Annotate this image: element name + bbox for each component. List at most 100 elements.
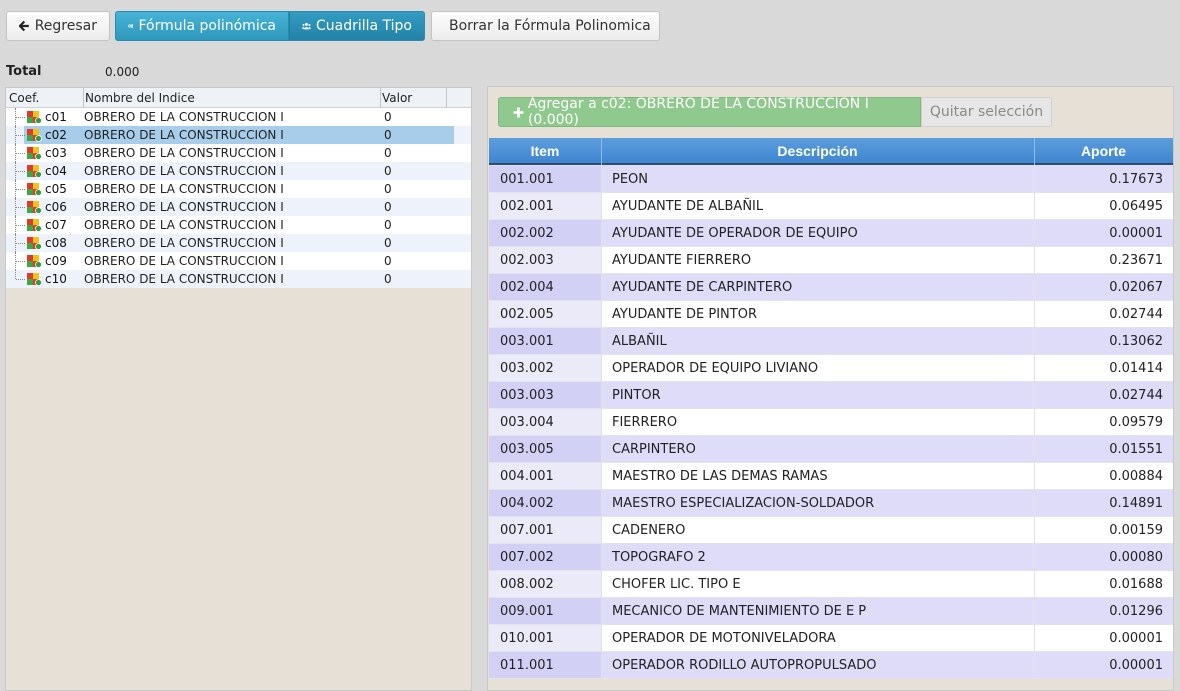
grid-row[interactable]: 002.004 AYUDANTE DE CARPINTERO 0.02067 (489, 274, 1173, 301)
coefficient-node-icon (27, 111, 42, 124)
grid-cell-aporte: 0.02744 (1034, 301, 1173, 327)
coefficient-node-icon (27, 237, 42, 250)
tree-row[interactable]: c04 OBRERO DE LA CONSTRUCCION I 0 (6, 162, 471, 180)
grid-cell-description: FIERRERO (601, 409, 1034, 435)
tree-header: Coef. Nombre del Indice Valor (6, 88, 471, 108)
grid-header: Item Descripción Aporte (489, 138, 1173, 165)
add-to-coefficient-label: Agregar a c02: OBRERO DE LA CONSTRUCCION… (527, 96, 869, 128)
grid-cell-item: 010.001 (489, 625, 601, 651)
grid-cell-description: MAESTRO ESPECIALIZACION-SOLDADOR (601, 490, 1034, 516)
toolbar: Regresar Fórmula polinómica Cuadrilla Ti… (6, 11, 660, 41)
grid-row[interactable]: 003.002 OPERADOR DE EQUIPO LIVIANO 0.01414 (489, 355, 1173, 382)
tree-row-name: OBRERO DE LA CONSTRUCCION I (84, 272, 284, 286)
tree-row-code: c08 (45, 236, 67, 250)
grid-cell-aporte: 0.23671 (1034, 247, 1173, 273)
grid-header-item[interactable]: Item (489, 143, 601, 159)
tree-row-code: c01 (45, 110, 67, 124)
tree-row-value: 0 (384, 128, 392, 142)
grid-cell-item: 007.002 (489, 544, 601, 570)
coefficient-node-icon (27, 201, 42, 214)
tree-connector (16, 207, 25, 208)
column-header-name[interactable]: Nombre del Indice (85, 91, 195, 105)
column-header-value[interactable]: Valor (382, 91, 412, 105)
grid-row[interactable]: 001.001 PEON 0.17673 (489, 166, 1173, 193)
grid-cell-item: 003.005 (489, 436, 601, 462)
column-divider[interactable] (446, 88, 447, 108)
grid-row[interactable]: 003.005 CARPINTERO 0.01551 (489, 436, 1173, 463)
tree-connector (16, 117, 25, 118)
grid-row[interactable]: 004.002 MAESTRO ESPECIALIZACION-SOLDADOR 0… (489, 490, 1173, 517)
formula-button[interactable]: Fórmula polinómica (115, 11, 289, 41)
grid-row[interactable]: 008.002 CHOFER LIC. TIPO E 0.01688 (489, 571, 1173, 598)
grid-cell-aporte: 0.06495 (1034, 193, 1173, 219)
column-header-coef[interactable]: Coef. (9, 91, 39, 105)
tree-row[interactable]: c02 OBRERO DE LA CONSTRUCCION I 0 (6, 126, 471, 144)
view-toggle-group: Fórmula polinómica Cuadrilla Tipo (115, 11, 425, 41)
grid-cell-item: 002.001 (489, 193, 601, 219)
crew-button[interactable]: Cuadrilla Tipo (289, 11, 425, 41)
tree-row-name: OBRERO DE LA CONSTRUCCION I (84, 218, 284, 232)
grid-row[interactable]: 007.001 CADENERO 0.00159 (489, 517, 1173, 544)
crew-panel: Agregar a c02: OBRERO DE LA CONSTRUCCION… (487, 86, 1174, 691)
tree-row-name: OBRERO DE LA CONSTRUCCION I (84, 200, 284, 214)
grid-cell-aporte: 0.00001 (1034, 625, 1173, 651)
grid-cell-aporte: 0.02067 (1034, 274, 1173, 300)
tree-row[interactable]: c07 OBRERO DE LA CONSTRUCCION I 0 (6, 216, 471, 234)
grid-row[interactable]: 004.001 MAESTRO DE LAS DEMAS RAMAS 0.00884 (489, 463, 1173, 490)
column-divider[interactable] (380, 88, 381, 108)
grid-header-aporte[interactable]: Aporte (1034, 143, 1173, 159)
tree-row-name: OBRERO DE LA CONSTRUCCION I (84, 110, 284, 124)
grid-header-description[interactable]: Descripción (601, 143, 1034, 159)
grid-row[interactable]: 009.001 MECANICO DE MANTENIMIENTO DE E P0… (489, 598, 1173, 625)
formula-button-label: Fórmula polinómica (138, 18, 276, 34)
tree-row[interactable]: c09 OBRERO DE LA CONSTRUCCION I 0 (6, 252, 471, 270)
add-to-coefficient-button[interactable]: Agregar a c02: OBRERO DE LA CONSTRUCCION… (498, 96, 921, 128)
grid-cell-description: PINTOR (601, 382, 1034, 408)
tree-row-value: 0 (384, 146, 392, 160)
grid-row[interactable]: 002.003 AYUDANTE FIERRERO 0.23671 (489, 247, 1173, 274)
tree-row[interactable]: c03 OBRERO DE LA CONSTRUCCION I 0 (6, 144, 471, 162)
tree-row[interactable]: c05 OBRERO DE LA CONSTRUCCION I 0 (6, 180, 471, 198)
grid-cell-item: 003.004 (489, 409, 601, 435)
grid-cell-description: AYUDANTE DE OPERADOR DE EQUIPO (601, 220, 1034, 246)
grid-row[interactable]: 002.005 AYUDANTE DE PINTOR 0.02744 (489, 301, 1173, 328)
delete-formula-button[interactable]: Borrar la Fórmula Polinomica (431, 11, 660, 41)
grid-cell-item: 003.002 (489, 355, 601, 381)
grid-cell-description: AYUDANTE DE PINTOR (601, 301, 1034, 327)
grid-row[interactable]: 002.002 AYUDANTE DE OPERADOR DE EQUIPO 0.0… (489, 220, 1173, 247)
grid-row[interactable]: 002.001 AYUDANTE DE ALBAÑIL 0.06495 (489, 193, 1173, 220)
tree-row[interactable]: c08 OBRERO DE LA CONSTRUCCION I 0 (6, 234, 471, 252)
tree-row-code: c05 (45, 182, 67, 196)
grid-cell-description: OPERADOR RODILLO AUTOPROPULSADO (601, 652, 1034, 678)
column-divider[interactable] (83, 88, 84, 108)
tree-row[interactable]: c01 OBRERO DE LA CONSTRUCCION I 0 (6, 108, 471, 126)
grid-row[interactable]: 010.001 OPERADOR DE MOTONIVELADORA 0.00001 (489, 625, 1173, 652)
plus-icon (513, 107, 524, 117)
tree-connector (16, 279, 25, 280)
tree-row-code: c06 (45, 200, 67, 214)
tree-row-value: 0 (384, 182, 392, 196)
tree-connector (16, 135, 25, 136)
grid-row[interactable]: 011.001 OPERADOR RODILLO AUTOPROPULSADO 0.… (489, 652, 1173, 679)
clear-selection-button[interactable]: Quitar selección (921, 97, 1052, 127)
coefficient-tree-panel: Coef. Nombre del Indice Valor c01 OBRERO … (5, 87, 472, 691)
grid-row[interactable]: 003.003 PINTOR 0.02744 (489, 382, 1173, 409)
grid-cell-description: MECANICO DE MANTENIMIENTO DE E P (601, 598, 1034, 624)
grid-row[interactable]: 007.002 TOPOGRAFO 2 0.00080 (489, 544, 1173, 571)
tree-row[interactable]: c06 OBRERO DE LA CONSTRUCCION I 0 (6, 198, 471, 216)
tree-row[interactable]: c10 OBRERO DE LA CONSTRUCCION I 0 (6, 270, 471, 288)
grid-cell-description: OPERADOR DE MOTONIVELADORA (601, 625, 1034, 651)
grid-cell-aporte: 0.01551 (1034, 436, 1173, 462)
grid-cell-aporte: 0.00001 (1034, 652, 1173, 678)
tree-row-value: 0 (384, 272, 392, 286)
tree-row-code: c04 (45, 164, 67, 178)
grid-cell-item: 007.001 (489, 517, 601, 543)
grid-row[interactable]: 003.004 FIERRERO 0.09579 (489, 409, 1173, 436)
back-button[interactable]: Regresar (6, 11, 110, 41)
grid-cell-description: AYUDANTE DE ALBAÑIL (601, 193, 1034, 219)
tree-row-code: c03 (45, 146, 67, 160)
grid-cell-aporte: 0.01296 (1034, 598, 1173, 624)
tree-row-value: 0 (384, 254, 392, 268)
delete-formula-button-label: Borrar la Fórmula Polinomica (449, 18, 651, 34)
grid-row[interactable]: 003.001 ALBAÑIL 0.13062 (489, 328, 1173, 355)
